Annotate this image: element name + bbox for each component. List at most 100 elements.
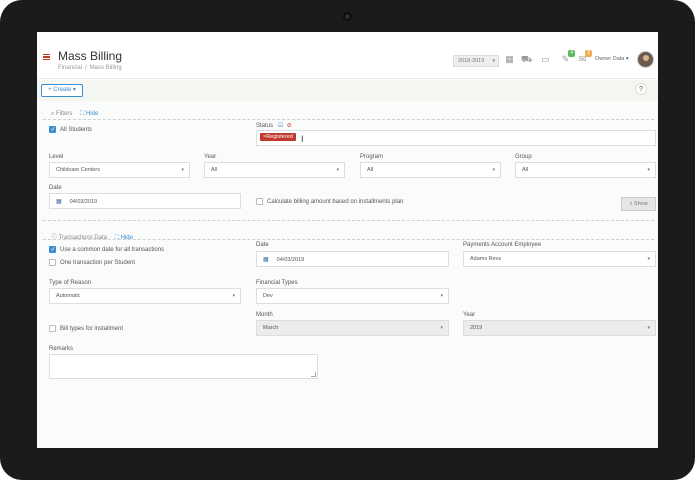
employee-select[interactable]: Adams Revs ▾ [463,251,656,267]
calculate-installments-label: Calculate billing amount based on instal… [267,199,404,205]
reason-value: Automatic [56,293,81,299]
message-icon[interactable]: ✉ 2 [577,50,592,65]
notification-icon[interactable]: ✎ 4 [560,50,575,65]
transactions-heading: ⓘ Transactions Data ⛶ Hide [51,232,133,242]
breadcrumb-item-mass-billing: Mass Billing [89,65,122,71]
month-select[interactable]: March ▾ [256,320,449,336]
group-label: Group [515,154,532,160]
employee-label: Payments Account Employee [463,242,542,248]
reason-label: Type of Reason [49,280,92,286]
status-multiselect[interactable]: ×Registered [256,130,656,146]
status-label-text: Status [256,123,274,129]
truck-icon[interactable]: ▭ [540,54,551,65]
reason-select[interactable]: Automatic ▾ [49,288,241,304]
financial-types-label: Financial Types [256,280,298,286]
search-icon: ⌕ [51,111,55,117]
cart-icon[interactable]: ⛟ [521,54,532,65]
bill-types-checkbox[interactable] [49,325,56,332]
status-tag-registered[interactable]: ×Registered [260,133,296,141]
level-value: Childcare Centers [56,167,101,173]
info-icon: ⓘ [51,235,58,241]
filter-date-input[interactable]: ▦ 04/03/2019 [49,193,241,209]
transaction-year-label: Year [463,312,476,318]
one-per-student-label: One transaction per Student [60,260,136,266]
hide-transactions-link[interactable]: ⛶ Hide [115,235,133,241]
program-label: Program [360,154,384,160]
transaction-date-input[interactable]: ▦ 04/03/2019 [256,251,449,267]
remarks-label: Remarks [49,346,74,352]
filters-divider [43,119,654,120]
bill-types-label: Bill types for installment [60,326,124,332]
avatar[interactable] [637,51,654,68]
chevron-down-icon: ▾ [647,325,650,331]
chevron-down-icon: ▾ [232,293,235,299]
common-date-label: Use a common date for all transactions [60,247,165,253]
calendar-icon[interactable]: ▦ [263,257,269,263]
show-button-label: Show [633,201,648,207]
transaction-date-value: 04/03/2019 [276,257,305,263]
filters-heading: ⌕ Filters ⛶ Hide [51,111,98,118]
clear-icon[interactable]: ⊘ [287,123,292,129]
remarks-textarea[interactable] [49,354,318,379]
level-select[interactable]: Childcare Centers ▾ [49,162,190,178]
top-bar: Mass Billing Financial / Mass Billing 2018… [37,32,658,79]
employee-value: Adams Revs [470,256,502,262]
hide-filters-label: Hide [85,111,99,117]
user-name: Owner Data [595,56,625,62]
chevron-down-icon: ▾ [440,325,443,331]
section-divider [43,220,654,221]
page-title: Mass Billing [58,49,123,63]
one-per-student-checkbox[interactable] [49,259,56,266]
calculator-icon[interactable]: ▦ [504,54,515,65]
show-button[interactable]: ⌕ Show [621,197,656,211]
chevron-down-icon: ▾ [492,167,495,173]
school-year-value: 2018-2019 [458,58,485,64]
all-students-checkbox[interactable] [49,126,56,133]
financial-types-value: Dev [263,293,273,299]
user-menu[interactable]: Owner Data ▾ [595,56,629,62]
group-value: All [522,167,529,173]
transactions-divider [43,239,654,240]
month-label: Month [256,312,273,318]
app-screen: Mass Billing Financial / Mass Billing 2018… [37,32,658,448]
hide-filters-link[interactable]: ⛶ Hide [80,111,98,117]
hide-transactions-label: Hide [120,235,133,241]
check-all-icon[interactable]: ☑ [278,123,283,129]
chevron-down-icon: ▾ [336,167,339,173]
group-select[interactable]: All ▾ [515,162,656,178]
transaction-year-value: 2019 [470,325,483,331]
program-value: All [367,167,374,173]
level-label: Level [49,154,64,160]
breadcrumb-item-financial[interactable]: Financial [58,65,82,71]
month-value: March [263,325,279,331]
notification-badge: 4 [568,50,575,57]
financial-types-select[interactable]: Dev ▾ [256,288,449,304]
create-button-label: + Create [48,87,72,93]
menu-icon[interactable] [43,54,50,61]
message-badge: 2 [585,50,592,57]
breadcrumb-separator: / [85,65,87,71]
calculate-installments-checkbox[interactable] [256,198,263,205]
program-select[interactable]: All ▾ [360,162,501,178]
camera-icon [343,12,352,21]
year-filter-select[interactable]: All ▾ [204,162,345,178]
status-label: Status ☑ ⊘ [256,122,292,129]
text-cursor-icon: I [301,134,304,144]
create-button[interactable]: + Create ▾ [41,84,83,97]
chevron-down-icon: ▾ [492,58,495,64]
transaction-year-select[interactable]: 2019 ▾ [463,320,656,336]
bottom-bezel [0,448,695,480]
action-bar: + Create ▾ ? [37,80,658,101]
common-date-checkbox[interactable] [49,246,56,253]
year-filter-value: All [211,167,218,173]
filter-date-value: 04/03/2019 [69,199,98,205]
main-content: ⌕ Filters ⛶ Hide All Students Status ☑ ⊘… [37,101,658,448]
school-year-select[interactable]: 2018-2019 ▾ [453,55,499,67]
calendar-icon[interactable]: ▦ [56,199,62,205]
tablet-frame: Mass Billing Financial / Mass Billing 2018… [0,0,695,480]
transaction-date-label: Date [256,242,269,248]
chevron-down-icon: ▾ [181,167,184,173]
year-filter-label: Year [204,154,217,160]
help-button[interactable]: ? [635,83,647,95]
filter-date-label: Date [49,185,62,191]
